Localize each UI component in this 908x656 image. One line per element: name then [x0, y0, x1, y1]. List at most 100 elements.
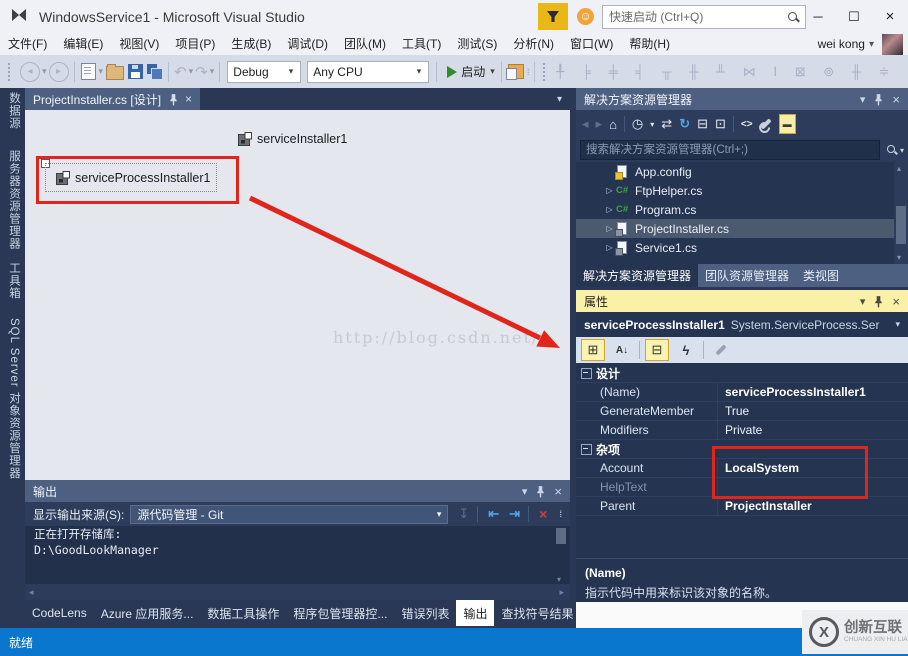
- show-all-files-toggle[interactable]: ▬: [778, 114, 796, 134]
- alphabetical-sort-button[interactable]: A↓: [610, 339, 634, 361]
- menu-edit[interactable]: 编辑(E): [55, 33, 111, 55]
- property-row-generatemember[interactable]: GenerateMember True: [576, 402, 908, 421]
- tree-item-projectinstaller[interactable]: ▷ ProjectInstaller.cs: [576, 219, 894, 238]
- scrollbar-thumb[interactable]: [556, 528, 566, 544]
- scroll-left-icon[interactable]: ◂: [29, 587, 34, 598]
- find-in-files-icon[interactable]: [505, 64, 524, 80]
- menu-help[interactable]: 帮助(H): [621, 33, 678, 55]
- sidebar-tab-toolbox[interactable]: 工具箱: [6, 262, 22, 300]
- pending-changes-filter-icon[interactable]: ◷: [632, 116, 643, 132]
- filter-caret-icon[interactable]: ▾: [650, 120, 654, 129]
- tab-azure-app-service[interactable]: Azure 应用服务...: [94, 600, 201, 626]
- collapse-all-icon[interactable]: ⊟: [697, 116, 708, 132]
- minimize-button[interactable]: ─: [800, 0, 836, 33]
- forward-icon[interactable]: ▸: [596, 116, 603, 132]
- maximize-button[interactable]: ☐: [836, 0, 872, 33]
- sidebar-tab-server-explorer[interactable]: 服务器资源管理器: [6, 150, 22, 250]
- output-horizontal-scrollbar[interactable]: ◂ ▸: [25, 584, 570, 600]
- tab-output[interactable]: 输出: [456, 600, 495, 626]
- active-files-caret-icon[interactable]: ▾: [557, 94, 570, 105]
- pin-icon[interactable]: [874, 93, 883, 106]
- tab-data-tools[interactable]: 数据工具操作: [200, 600, 286, 626]
- output-vertical-scrollbar[interactable]: ▾: [555, 526, 568, 584]
- user-avatar[interactable]: [882, 33, 903, 55]
- undo-icon[interactable]: ↶: [174, 63, 187, 81]
- scroll-right-icon[interactable]: ▸: [559, 587, 564, 598]
- undo-caret-icon[interactable]: ▾: [189, 66, 194, 77]
- solution-platforms-dropdown[interactable]: Any CPU ▾: [307, 60, 430, 83]
- property-pages-wrench-icon[interactable]: [709, 339, 733, 361]
- window-position-caret-icon[interactable]: ▾: [860, 93, 866, 106]
- menu-team[interactable]: 团队(M): [336, 33, 394, 55]
- toolbar-overflow-icon[interactable]: ⁞: [559, 509, 562, 519]
- view-code-icon[interactable]: <>: [741, 119, 753, 130]
- toolbar-overflow-icon[interactable]: ⁞: [527, 67, 530, 77]
- search-options-caret-icon[interactable]: ▾: [900, 146, 904, 155]
- tab-solution-explorer[interactable]: 解决方案资源管理器: [576, 264, 699, 287]
- tree-item-app-config[interactable]: App.config: [576, 162, 894, 181]
- output-log[interactable]: 正在打开存储库: D:\GoodLookManager: [25, 526, 570, 584]
- navigate-back-caret-icon[interactable]: ▾: [42, 66, 47, 77]
- navigate-back-button[interactable]: ◂: [20, 61, 40, 82]
- close-tab-icon[interactable]: ×: [185, 92, 192, 106]
- menu-debug[interactable]: 调试(D): [279, 33, 336, 55]
- collapse-box-icon[interactable]: [581, 367, 592, 379]
- start-debug-play-icon[interactable]: [447, 65, 458, 78]
- navigate-forward-button[interactable]: ▸: [48, 61, 69, 82]
- sync-with-active-document-icon[interactable]: ⇄: [661, 116, 672, 132]
- toolbar-grip[interactable]: [543, 62, 550, 81]
- window-position-caret-icon[interactable]: ▾: [860, 295, 866, 308]
- start-button[interactable]: 启动: [461, 63, 485, 80]
- property-row-parent[interactable]: Parent ProjectInstaller: [576, 497, 908, 516]
- user-menu-caret-icon[interactable]: ▾: [869, 39, 874, 50]
- refresh-icon[interactable]: ↻: [679, 116, 690, 132]
- properties-pages-icon[interactable]: ⊡: [715, 116, 726, 132]
- solution-search-input[interactable]: [580, 140, 880, 160]
- solution-configurations-dropdown[interactable]: Debug ▾: [227, 60, 302, 83]
- tree-item-program[interactable]: ▷ C# Program.cs: [576, 200, 894, 219]
- back-icon[interactable]: ◂: [582, 116, 589, 132]
- menu-build[interactable]: 生成(B): [223, 33, 279, 55]
- scroll-down-icon[interactable]: ▾: [557, 575, 561, 584]
- pin-icon[interactable]: [536, 485, 545, 498]
- quick-launch-box[interactable]: [602, 5, 806, 29]
- toggle-word-wrap-icon[interactable]: ↧: [458, 506, 469, 522]
- property-row-modifiers[interactable]: Modifiers Private: [576, 421, 908, 440]
- menu-window[interactable]: 窗口(W): [562, 33, 621, 55]
- signed-in-user[interactable]: wei kong: [818, 37, 865, 51]
- expander-icon[interactable]: ▷: [603, 186, 616, 195]
- close-icon[interactable]: ×: [892, 92, 900, 107]
- tab-package-manager[interactable]: 程序包管理器控...: [286, 600, 394, 626]
- collapse-box-icon[interactable]: [581, 443, 592, 455]
- menu-file[interactable]: 文件(F): [0, 33, 55, 55]
- expander-icon[interactable]: ▷: [603, 205, 616, 214]
- sidebar-tab-data-sources[interactable]: 数据源: [6, 92, 22, 130]
- previous-message-icon[interactable]: ⇤: [488, 506, 499, 522]
- categorized-view-button[interactable]: ⊞: [581, 339, 605, 361]
- redo-icon[interactable]: ↷: [195, 63, 208, 81]
- close-icon[interactable]: ×: [554, 484, 562, 499]
- menu-tools[interactable]: 工具(T): [394, 33, 449, 55]
- component-service-installer[interactable]: serviceInstaller1: [238, 132, 347, 146]
- tab-projectinstaller-designer[interactable]: ProjectInstaller.cs [设计] ×: [25, 88, 201, 110]
- save-icon[interactable]: [128, 64, 144, 79]
- pin-icon[interactable]: [874, 295, 883, 308]
- open-file-icon[interactable]: [106, 64, 125, 80]
- quick-launch-input[interactable]: [603, 10, 787, 24]
- new-file-icon[interactable]: [80, 63, 96, 80]
- tab-codelens[interactable]: CodeLens: [25, 600, 94, 626]
- clear-all-icon[interactable]: ×: [539, 506, 547, 522]
- category-design[interactable]: 设计: [576, 364, 908, 383]
- properties-view-button[interactable]: ⊟: [645, 339, 669, 361]
- filter-icon[interactable]: [538, 3, 568, 30]
- menu-test[interactable]: 测试(S): [449, 33, 505, 55]
- next-message-icon[interactable]: ⇥: [509, 506, 520, 522]
- property-row-name[interactable]: (Name) serviceProcessInstaller1: [576, 383, 908, 402]
- tab-find-symbol-results[interactable]: 查找符号结果: [494, 600, 580, 626]
- tab-error-list[interactable]: 错误列表: [394, 600, 456, 626]
- start-caret-icon[interactable]: ▾: [490, 66, 495, 77]
- output-source-dropdown[interactable]: 源代码管理 - Git ▾: [130, 504, 449, 524]
- tree-item-ftphelper[interactable]: ▷ C# FtpHelper.cs: [576, 181, 894, 200]
- save-all-icon[interactable]: [147, 64, 164, 80]
- new-file-caret-icon[interactable]: ▾: [99, 66, 104, 77]
